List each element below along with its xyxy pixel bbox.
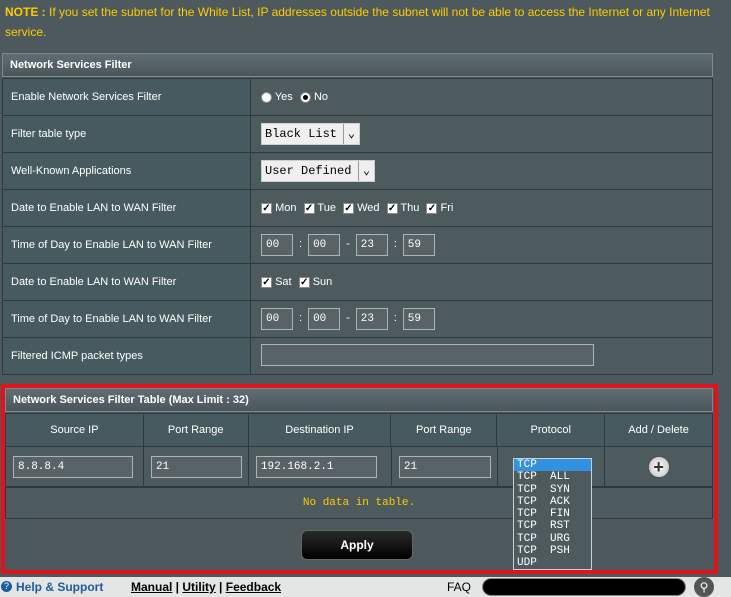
faq-search-input[interactable] xyxy=(482,578,686,596)
tue-checkbox[interactable]: ✓ xyxy=(303,202,315,214)
chevron-down-icon: ⌄ xyxy=(343,124,359,144)
protocol-option-udp[interactable]: UDP xyxy=(514,557,591,569)
tue-label: Tue xyxy=(317,202,336,214)
date2-label: Date to Enable LAN to WAN Filter xyxy=(2,263,251,301)
filter-settings-table: Enable Network Services Filter Yes No Fi… xyxy=(2,78,713,375)
mon-checkbox[interactable]: ✓ xyxy=(261,202,272,214)
help-icon: ? xyxy=(1,581,12,592)
source-ip-input[interactable]: 8.8.8.4 xyxy=(13,455,133,478)
feedback-link[interactable]: Feedback xyxy=(226,580,281,594)
destination-ip-input[interactable]: 192.168.2.1 xyxy=(255,455,377,478)
protocol-option-tcp-rst[interactable]: TCP RST xyxy=(514,520,591,532)
filter-panel-title: Network Services Filter xyxy=(2,53,713,77)
mon-label: Mon xyxy=(275,202,297,214)
filter-table-title: Network Services Filter Table (Max Limit… xyxy=(5,388,713,412)
header-add-delete: Add / Delete xyxy=(604,413,713,447)
protocol-listbox[interactable]: TCP TCP ALL TCP SYN TCP ACK TCP FIN TCP … xyxy=(513,458,592,570)
header-protocol: Protocol xyxy=(496,413,606,447)
wed-label: Wed xyxy=(357,202,380,214)
time1-start-minute[interactable]: 00 xyxy=(308,234,341,256)
chevron-down-icon: ⌄ xyxy=(358,161,374,181)
protocol-option-tcp-ack[interactable]: TCP ACK xyxy=(514,496,591,508)
footer-links: Manual | Utility | Feedback xyxy=(131,580,282,594)
sat-checkbox[interactable]: ✓ xyxy=(261,276,272,288)
protocol-option-tcp[interactable]: TCP xyxy=(514,459,591,472)
date1-label: Date to Enable LAN to WAN Filter xyxy=(2,189,251,227)
thu-checkbox[interactable]: ✓ xyxy=(386,202,398,214)
help-support-link[interactable]: Help & Support xyxy=(16,580,103,594)
search-icon[interactable]: ⚲ xyxy=(694,577,714,597)
filter-type-label: Filter table type xyxy=(2,115,251,153)
no-label: No xyxy=(313,91,328,103)
no-data-message: No data in table. xyxy=(5,487,713,519)
sun-label: Sun xyxy=(312,276,333,288)
time1-end-hour[interactable]: 23 xyxy=(355,234,388,256)
wed-checkbox[interactable]: ✓ xyxy=(343,202,354,214)
time2-label: Time of Day to Enable LAN to WAN Filter xyxy=(2,300,251,338)
header-destination-ip: Destination IP xyxy=(247,413,392,447)
header-port-range: Port Range xyxy=(142,413,249,447)
sat-label: Sat xyxy=(275,276,292,288)
yes-label: Yes xyxy=(274,91,293,103)
filter-type-value: Black List xyxy=(265,127,338,141)
yes-radio[interactable] xyxy=(261,91,272,103)
apps-value: User Defined xyxy=(265,164,352,178)
protocol-option-tcp-urg[interactable]: TCP URG xyxy=(514,533,591,545)
fri-checkbox[interactable]: ✓ xyxy=(426,202,438,214)
time2-start-minute[interactable]: 00 xyxy=(308,308,341,330)
filter-table-input-row: 8.8.8.4 21 192.168.2.1 21 + xyxy=(5,446,713,487)
filter-type-select[interactable]: Black List ⌄ xyxy=(261,123,360,145)
time2-start-hour[interactable]: 00 xyxy=(261,308,293,330)
apps-label: Well-Known Applications xyxy=(2,152,251,190)
add-plus-icon[interactable]: + xyxy=(647,455,670,478)
faq-label: FAQ xyxy=(447,580,472,594)
apply-button[interactable]: Apply xyxy=(301,530,413,560)
protocol-option-tcp-syn[interactable]: TCP SYN xyxy=(514,484,591,496)
footer-bar: ? Help & Support Manual | Utility | Feed… xyxy=(0,577,731,597)
header-source-ip: Source IP xyxy=(5,413,144,447)
filter-table-header: Source IP Port Range Destination IP Port… xyxy=(5,413,713,447)
note-banner: NOTE : If you set the subnet for the Whi… xyxy=(0,0,718,44)
time2-end-hour[interactable]: 23 xyxy=(355,308,388,330)
icmp-label: Filtered ICMP packet types xyxy=(2,337,251,375)
note-label: NOTE : xyxy=(5,5,46,19)
protocol-option-tcp-fin[interactable]: TCP FIN xyxy=(514,508,591,520)
destination-port-input[interactable]: 21 xyxy=(398,455,491,478)
time1-start-hour[interactable]: 00 xyxy=(261,234,293,256)
thu-label: Thu xyxy=(400,202,420,214)
note-text: If you set the subnet for the White List… xyxy=(5,5,710,39)
time2-end-minute[interactable]: 59 xyxy=(402,308,435,330)
enable-filter-label: Enable Network Services Filter xyxy=(2,78,251,116)
manual-link[interactable]: Manual xyxy=(131,580,172,594)
icmp-input[interactable] xyxy=(261,343,594,366)
protocol-option-tcp-all[interactable]: TCP ALL xyxy=(514,471,591,483)
fri-label: Fri xyxy=(440,202,454,214)
sun-checkbox[interactable]: ✓ xyxy=(298,276,310,288)
header-port-range-2: Port Range xyxy=(390,413,498,447)
no-radio[interactable] xyxy=(299,91,311,103)
protocol-option-tcp-psh[interactable]: TCP PSH xyxy=(514,545,591,557)
utility-link[interactable]: Utility xyxy=(182,580,215,594)
time1-end-minute[interactable]: 59 xyxy=(402,234,435,256)
source-port-input[interactable]: 21 xyxy=(150,455,242,478)
time1-label: Time of Day to Enable LAN to WAN Filter xyxy=(2,226,251,264)
apps-select[interactable]: User Defined ⌄ xyxy=(261,160,375,182)
